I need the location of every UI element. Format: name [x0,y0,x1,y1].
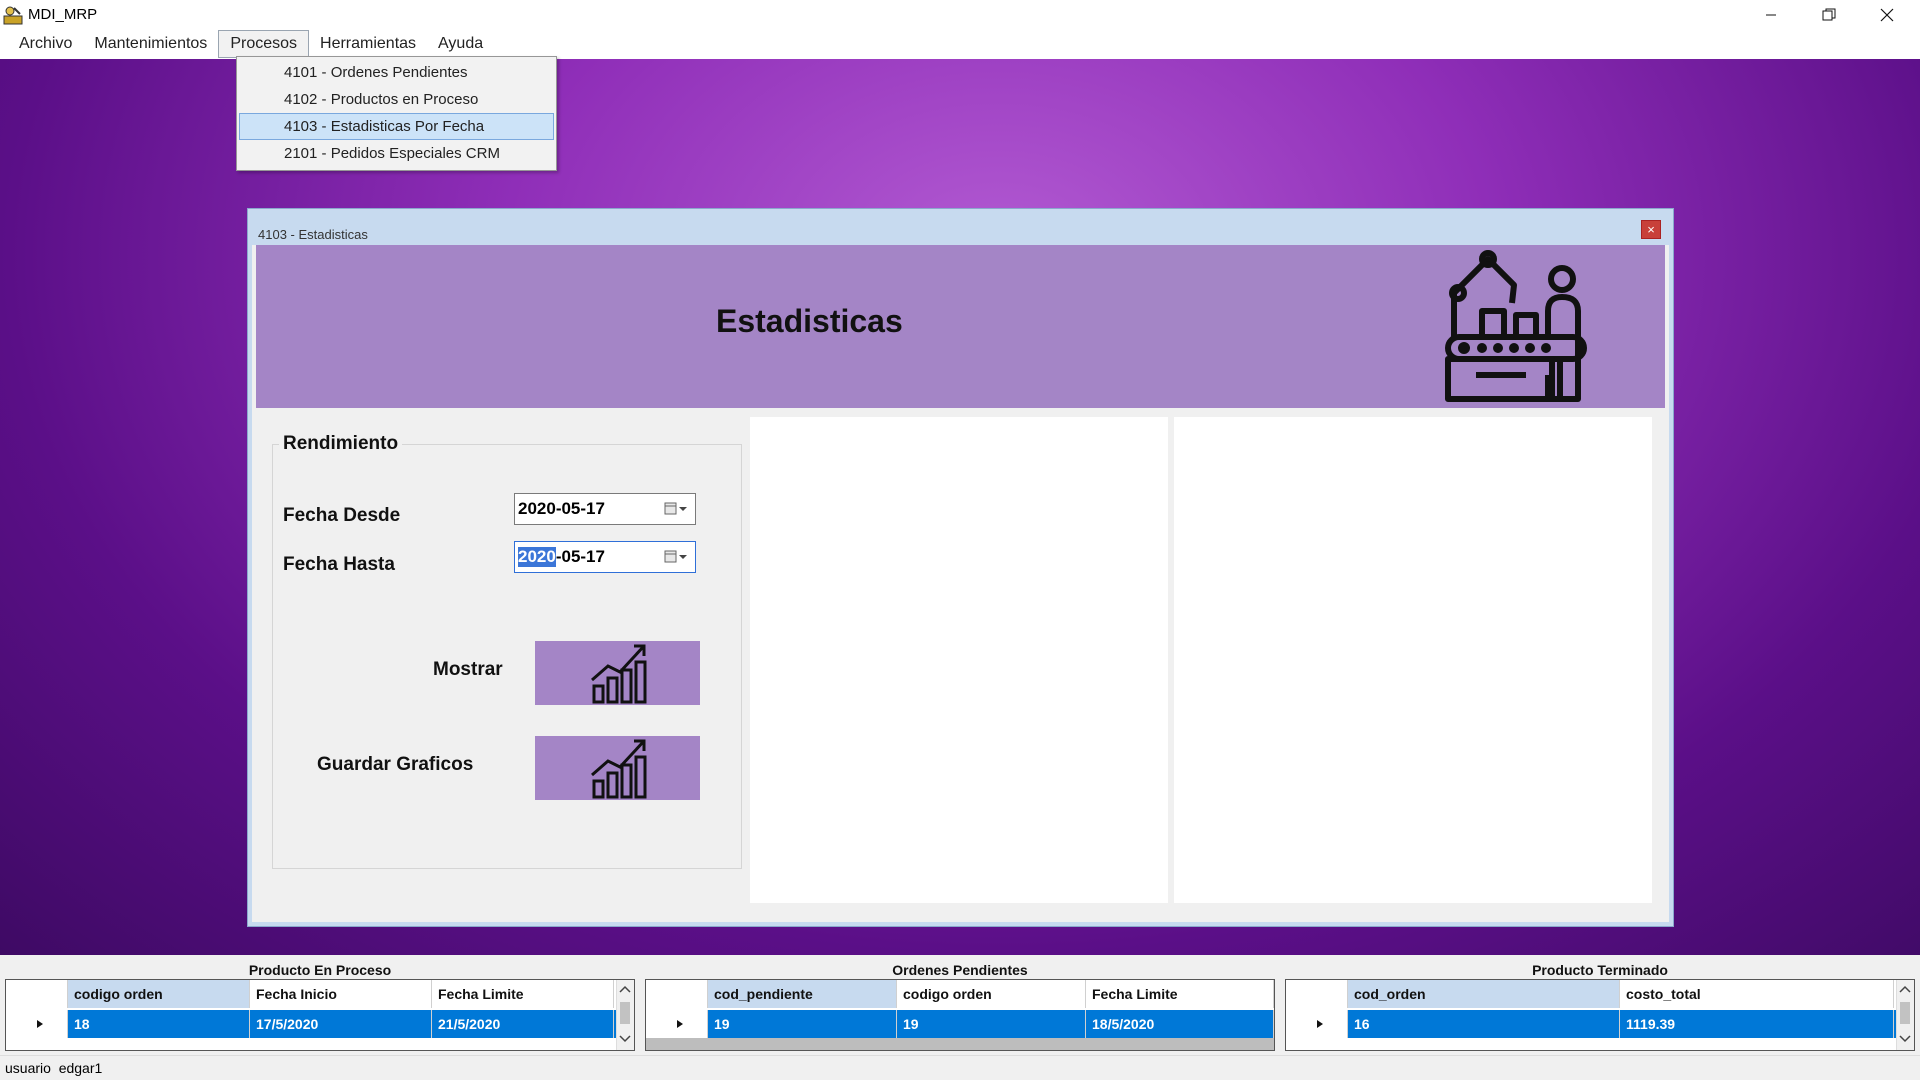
mdi-background: 4103 - Estadisticas × Estadisticas Rendi… [0,59,1920,955]
table-cell[interactable]: 18/5/2020 [1086,1010,1274,1038]
vertical-scrollbar[interactable] [616,980,634,1050]
column-header[interactable]: Fecha Inicio [250,980,432,1008]
row-header-corner [6,980,68,1008]
mostrar-button[interactable] [535,641,700,705]
column-header[interactable]: cod_orden [1348,980,1620,1008]
minimize-icon [1766,14,1776,15]
restore-icon [1822,8,1836,20]
table-header-row: codigo orden Fecha Inicio Fecha Limite [6,980,634,1008]
restore-button[interactable] [1800,0,1858,29]
grid-caption-proceso: Producto En Proceso [248,962,392,978]
mostrar-label: Mostrar [433,659,503,680]
row-pointer-icon [6,1010,68,1038]
horizontal-scrollbar[interactable] [646,1038,1274,1050]
table-cell[interactable]: 21/5/2020 [432,1010,614,1038]
fecha-hasta-label: Fecha Hasta [283,554,395,575]
child-title-bar: 4103 - Estadisticas × [252,213,1669,245]
column-header[interactable]: cod_pendiente [708,980,897,1008]
chart-panel-left [750,417,1168,903]
column-header[interactable]: Fecha Limite [1086,980,1274,1008]
header-banner: Estadisticas [256,245,1665,408]
menu-bar: Archivo Mantenimientos Procesos Herramie… [0,29,1920,59]
bottom-grids-area: Producto En Proceso codigo orden Fecha I… [0,955,1920,1055]
table-row[interactable]: 16 1119.39 [1286,1010,1914,1038]
menu-item-estadisticas-por-fecha[interactable]: 4103 - Estadisticas Por Fecha [239,113,554,140]
menu-item-ordenes-pendientes[interactable]: 4101 - Ordenes Pendientes [239,59,554,86]
procesos-dropdown: 4101 - Ordenes Pendientes 4102 - Product… [236,56,557,171]
grid-producto-terminado[interactable]: cod_orden costo_total 16 1119.39 [1285,979,1915,1051]
menu-item-productos-en-proceso[interactable]: 4102 - Productos en Proceso [239,86,554,113]
grid-producto-en-proceso[interactable]: codigo orden Fecha Inicio Fecha Limite 1… [5,979,635,1051]
fecha-hasta-rest: -05-17 [555,547,605,566]
title-bar: MDI_MRP [0,0,1920,29]
column-header[interactable]: costo_total [1620,980,1894,1008]
fecha-desde-label: Fecha Desde [283,505,401,526]
close-icon [1880,8,1894,21]
table-cell[interactable]: 19 [708,1010,897,1038]
page-title: Estadisticas [716,303,903,339]
menu-procesos[interactable]: Procesos [218,30,310,58]
fecha-desde-picker[interactable]: 2020-05-17 [514,493,696,525]
factory-robot-icon [1445,250,1587,402]
table-cell[interactable]: 1119.39 [1620,1010,1894,1038]
menu-mantenimientos[interactable]: Mantenimientos [83,30,218,58]
grid-caption-terminado: Producto Terminado [1532,962,1668,978]
bar-chart-growth-icon [590,739,646,799]
close-button[interactable] [1858,0,1916,29]
guardar-graficos-label: Guardar Graficos [317,754,474,775]
child-window-title: 4103 - Estadisticas [258,227,368,242]
table-cell[interactable]: 18 [68,1010,250,1038]
menu-item-pedidos-especiales-crm[interactable]: 2101 - Pedidos Especiales CRM [239,140,554,167]
grid-caption-pendientes: Ordenes Pendientes [892,962,1028,978]
row-pointer-icon [646,1010,708,1038]
window-title: MDI_MRP [28,6,98,23]
chart-panel-right [1174,417,1652,903]
calendar-dropdown-icon[interactable] [663,549,689,565]
app-icon [3,6,23,24]
fecha-hasta-selected-year: 2020 [518,547,556,567]
vertical-scrollbar[interactable] [1896,980,1914,1050]
row-pointer-icon [1286,1010,1348,1038]
fecha-hasta-picker[interactable]: 2020 -05-17 [514,541,696,573]
status-bar: usuario edgar1 [0,1055,1920,1080]
table-header-row: cod_orden costo_total [1286,980,1914,1008]
group-title: Rendimiento [279,433,403,455]
table-cell[interactable]: 17/5/2020 [250,1010,432,1038]
table-cell[interactable]: 16 [1348,1010,1620,1038]
row-header-corner [1286,980,1348,1008]
minimize-button[interactable] [1742,0,1800,29]
estadisticas-window: 4103 - Estadisticas × Estadisticas Rendi… [248,209,1673,926]
menu-ayuda[interactable]: Ayuda [427,30,494,58]
table-row[interactable]: 19 19 18/5/2020 [646,1010,1274,1038]
rendimiento-group: Rendimiento Fecha Desde 2020-05-17 Fecha… [272,433,742,869]
calendar-dropdown-icon[interactable] [663,501,689,517]
table-cell[interactable]: 19 [897,1010,1086,1038]
fecha-desde-value: 2020-05-17 [518,499,605,518]
bar-chart-growth-icon [590,644,646,704]
grid-ordenes-pendientes[interactable]: cod_pendiente codigo orden Fecha Limite … [645,979,1275,1051]
menu-archivo[interactable]: Archivo [8,30,83,58]
status-user: usuario edgar1 [5,1060,103,1076]
child-close-button[interactable]: × [1641,220,1661,239]
guardar-graficos-button[interactable] [535,736,700,800]
column-header[interactable]: Fecha Limite [432,980,614,1008]
table-header-row: cod_pendiente codigo orden Fecha Limite [646,980,1274,1008]
column-header[interactable]: codigo orden [68,980,250,1008]
column-header[interactable]: codigo orden [897,980,1086,1008]
row-header-corner [646,980,708,1008]
table-row[interactable]: 18 17/5/2020 21/5/2020 [6,1010,634,1038]
menu-herramientas[interactable]: Herramientas [309,30,427,58]
